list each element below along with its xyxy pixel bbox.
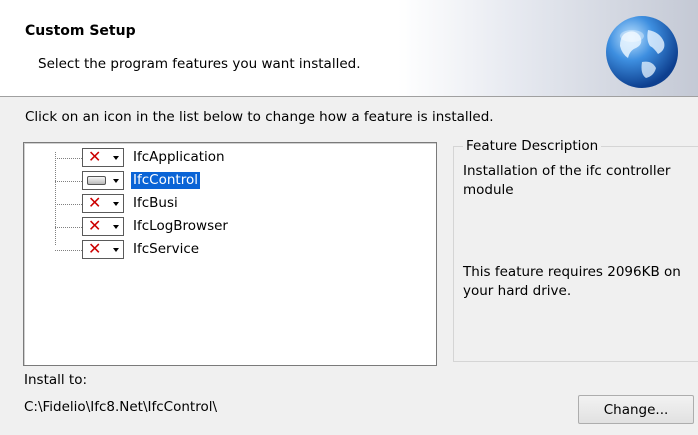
change-button[interactable]: Change... bbox=[578, 395, 694, 424]
feature-state-dropdown[interactable]: ✕ bbox=[82, 193, 124, 213]
feature-label[interactable]: IfcLogBrowser bbox=[131, 218, 230, 235]
page-title: Custom Setup bbox=[25, 23, 136, 39]
tree-row-ifcservice[interactable]: ✕ IfcService bbox=[24, 239, 424, 261]
feature-size-text: This feature requires 2096KB on your har… bbox=[463, 264, 681, 299]
feature-state-dropdown[interactable]: ✕ bbox=[82, 216, 124, 236]
dropdown-arrow-icon bbox=[113, 225, 119, 229]
red-x-icon: ✕ bbox=[88, 216, 102, 235]
feature-state-dropdown[interactable] bbox=[82, 171, 124, 190]
tree-branch bbox=[55, 181, 82, 182]
red-x-icon: ✕ bbox=[88, 193, 102, 212]
tree-branch bbox=[55, 227, 82, 228]
feature-description-text: Installation of the ifc controller modul… bbox=[463, 163, 671, 198]
instruction-text: Click on an icon in the list below to ch… bbox=[25, 109, 494, 125]
hard-drive-icon bbox=[87, 176, 106, 185]
feature-tree[interactable]: ✕ IfcApplication IfcControl ✕ IfcBusi ✕ … bbox=[23, 142, 437, 366]
install-to-label: Install to: bbox=[24, 372, 88, 388]
tree-branch bbox=[55, 204, 82, 205]
globe-icon bbox=[606, 16, 678, 88]
feature-label[interactable]: IfcService bbox=[131, 241, 201, 258]
dropdown-arrow-icon bbox=[113, 179, 119, 183]
dropdown-arrow-icon bbox=[113, 156, 119, 160]
page-subtitle: Select the program features you want ins… bbox=[38, 56, 361, 72]
feature-state-dropdown[interactable]: ✕ bbox=[82, 239, 124, 259]
dropdown-arrow-icon bbox=[113, 248, 119, 252]
red-x-icon: ✕ bbox=[88, 239, 102, 258]
feature-label[interactable]: IfcBusi bbox=[131, 195, 180, 212]
tree-branch bbox=[55, 250, 82, 251]
header-banner: Custom Setup Select the program features… bbox=[0, 0, 698, 97]
feature-label[interactable]: IfcApplication bbox=[131, 149, 227, 166]
install-path: C:\Fidelio\Ifc8.Net\IfcControl\ bbox=[24, 399, 218, 415]
dropdown-arrow-icon bbox=[113, 202, 119, 206]
feature-description-legend: Feature Description bbox=[463, 138, 602, 154]
tree-row-ifccontrol[interactable]: IfcControl bbox=[24, 170, 424, 192]
tree-row-ifclogbrowser[interactable]: ✕ IfcLogBrowser bbox=[24, 216, 424, 238]
feature-state-dropdown[interactable]: ✕ bbox=[82, 147, 124, 167]
red-x-icon: ✕ bbox=[88, 147, 102, 166]
feature-label[interactable]: IfcControl bbox=[131, 172, 200, 189]
tree-row-ifcapplication[interactable]: ✕ IfcApplication bbox=[24, 147, 424, 169]
tree-branch bbox=[55, 158, 82, 159]
tree-row-ifcbusi[interactable]: ✕ IfcBusi bbox=[24, 193, 424, 215]
